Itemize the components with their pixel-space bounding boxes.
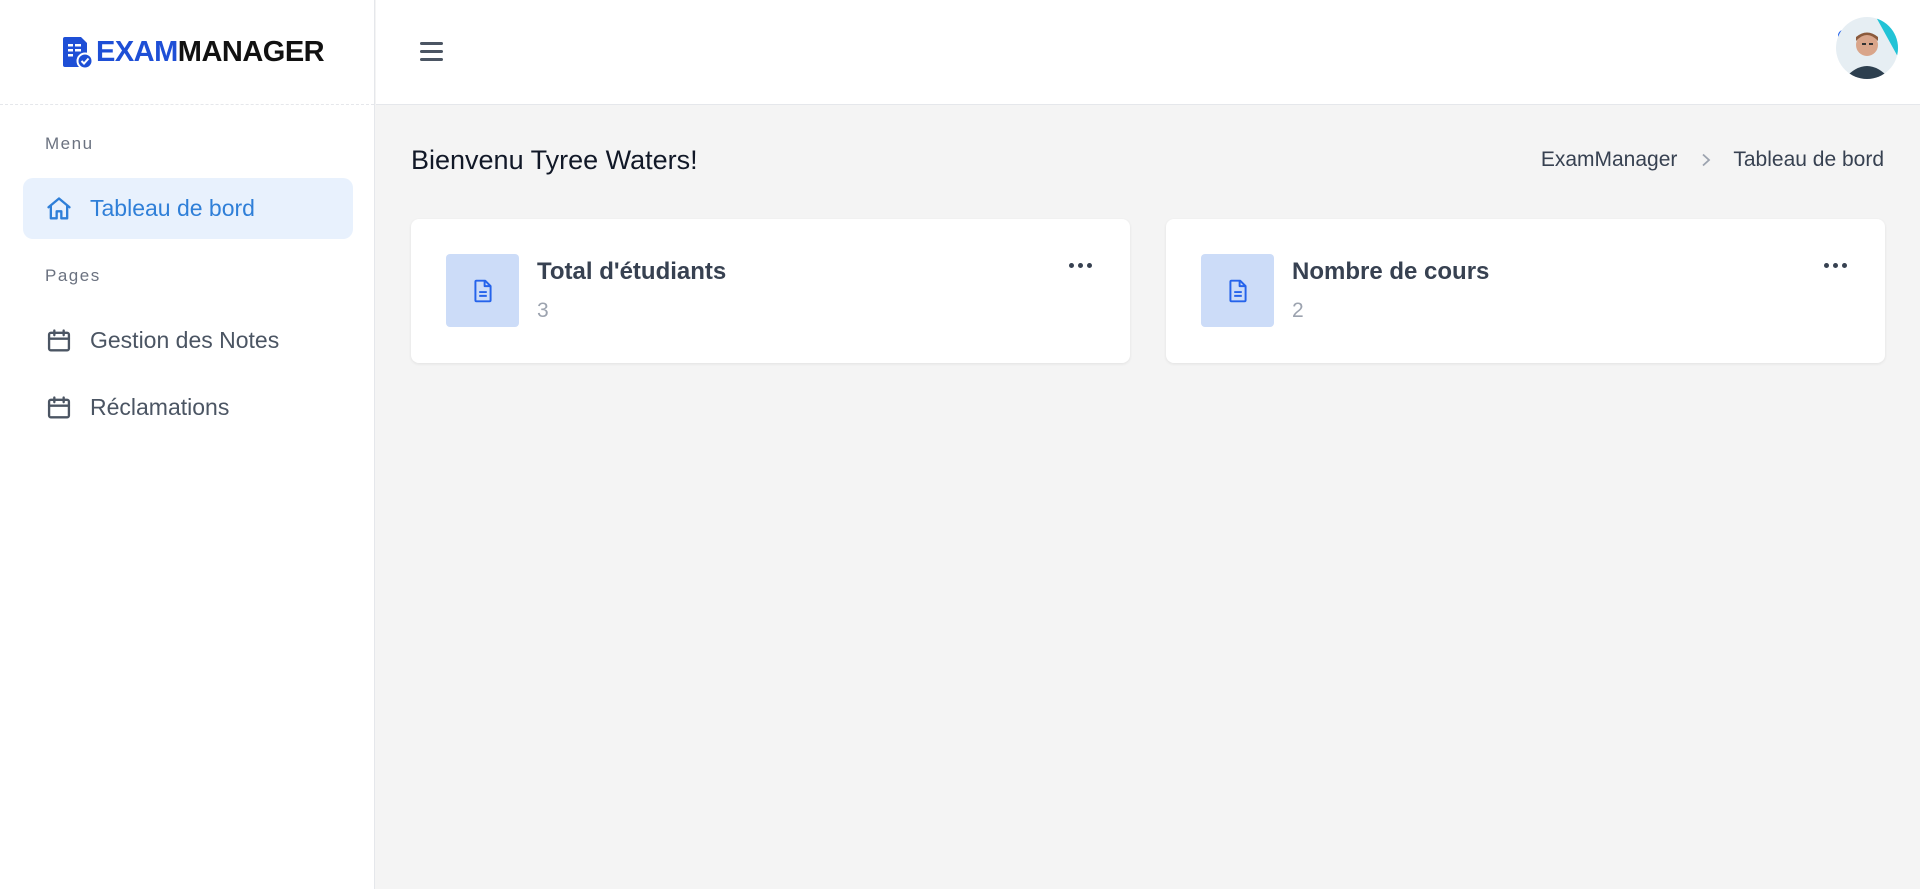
menu-section-label: Menu [45,134,94,153]
card-icon-box [1201,254,1274,327]
card-value: 3 [537,299,549,322]
card-icon-box [446,254,519,327]
more-options-icon[interactable] [1824,263,1847,268]
calendar-icon [47,328,71,351]
card-value: 2 [1292,299,1304,322]
pages-section-label: Pages [45,266,101,285]
logo[interactable]: EXAMMANAGER [0,0,374,105]
document-icon [473,279,492,302]
sidebar-item-label: Réclamations [90,394,230,420]
more-options-icon[interactable] [1069,263,1092,268]
stat-card-students: Total d'étudiants 3 [411,219,1130,363]
user-avatar-icon [1836,17,1898,79]
card-title: Total d'étudiants [537,258,727,285]
sidebar-item-gestion-notes[interactable]: Gestion des Notes [23,310,353,371]
document-icon [1228,279,1247,302]
exam-logo-icon [63,37,94,69]
brand-part-manager: MANAGER [177,35,325,68]
home-icon [47,196,71,219]
chevron-right-icon [1702,153,1711,167]
sidebar: EXAMMANAGER Menu Tableau de bord Pages G… [0,0,375,889]
sidebar-item-dashboard[interactable]: Tableau de bord [23,178,353,239]
calendar-icon [47,395,71,418]
top-bar [376,0,1920,105]
brand-part-exam: EXAM [96,35,178,68]
brand-name: EXAMMANAGER [96,35,325,69]
avatar[interactable] [1836,17,1898,79]
sidebar-item-reclamations[interactable]: Réclamations [23,377,353,438]
menu-toggle-icon[interactable] [416,36,448,68]
card-title: Nombre de cours [1292,258,1490,285]
breadcrumb-current: Tableau de bord [1733,148,1884,171]
stat-card-courses: Nombre de cours 2 [1166,219,1885,363]
sidebar-item-label: Tableau de bord [90,195,255,221]
breadcrumb-root[interactable]: ExamManager [1541,148,1678,172]
sidebar-item-label: Gestion des Notes [90,327,280,353]
page-title: Bienvenu Tyree Waters! [411,145,698,175]
breadcrumb: ExamManager Tableau de bord [1541,148,1884,172]
